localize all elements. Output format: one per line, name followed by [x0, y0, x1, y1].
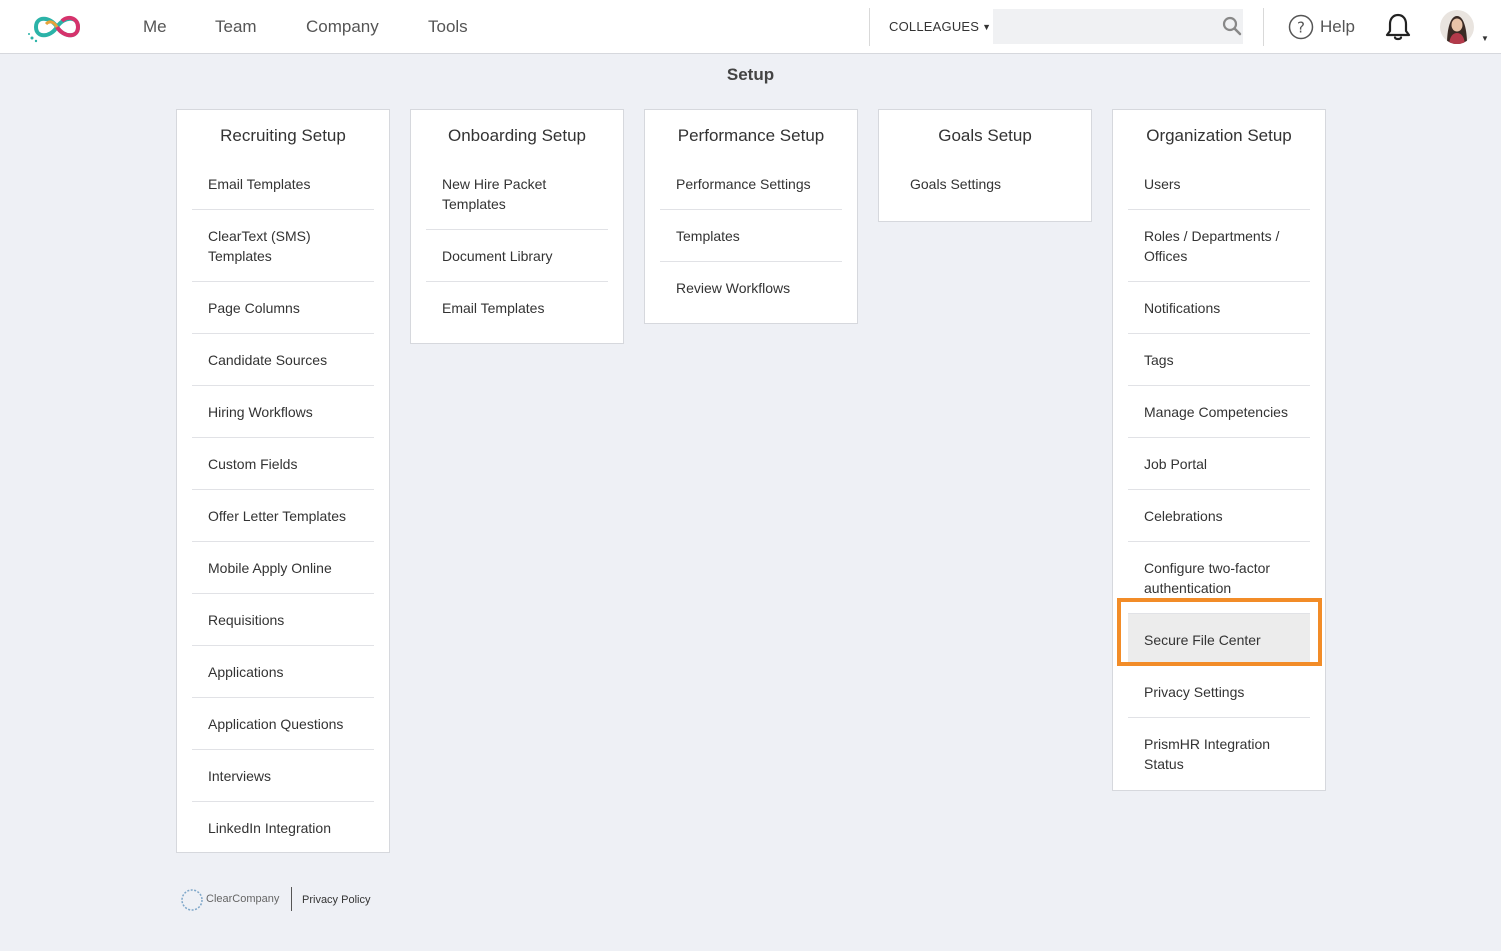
svg-text:?: ? — [1297, 19, 1305, 37]
performance-setup-list: Performance Settings Templates Review Wo… — [660, 158, 842, 313]
list-item[interactable]: Review Workflows — [660, 262, 842, 313]
list-item[interactable]: Notifications — [1128, 282, 1310, 334]
goals-setup-card: Goals Setup Goals Settings — [878, 109, 1092, 222]
caret-down-icon[interactable]: ▼ — [1481, 34, 1489, 43]
page-title: Setup — [726, 65, 775, 84]
list-item[interactable]: Users — [1128, 158, 1310, 210]
onboarding-setup-list: New Hire Packet Templates Document Libra… — [426, 158, 608, 333]
performance-setup-card: Performance Setup Performance Settings T… — [644, 109, 858, 324]
list-item[interactable]: Privacy Settings — [1128, 666, 1310, 718]
colleagues-label: COLLEAGUES — [889, 19, 980, 34]
clearcompany-logo-icon — [181, 889, 203, 911]
user-avatar-icon — [1440, 10, 1474, 44]
list-item[interactable]: Email Templates — [426, 282, 608, 333]
list-item[interactable]: Templates — [660, 210, 842, 262]
search-input[interactable] — [993, 9, 1243, 44]
privacy-policy-link[interactable]: Privacy Policy — [302, 894, 370, 906]
list-item[interactable]: Manage Competencies — [1128, 386, 1310, 438]
list-item[interactable]: Email Templates — [192, 158, 374, 210]
list-item[interactable]: Applications — [192, 646, 374, 698]
list-item[interactable]: Requisitions — [192, 594, 374, 646]
card-title: Performance Setup — [677, 126, 825, 145]
list-item[interactable]: Performance Settings — [660, 158, 842, 210]
list-item[interactable]: Offer Letter Templates — [192, 490, 374, 542]
colleagues-dropdown[interactable]: COLLEAGUES ▼ — [889, 19, 991, 34]
nav-team[interactable]: Team — [215, 17, 257, 37]
caret-down-icon: ▼ — [982, 22, 992, 32]
list-item[interactable]: PrismHR Integration Status — [1128, 718, 1310, 789]
list-item[interactable]: Job Portal — [1128, 438, 1310, 490]
nav-me[interactable]: Me — [143, 17, 167, 37]
help-link[interactable]: Help — [1320, 17, 1355, 37]
recruiting-setup-list: Email Templates ClearText (SMS) Template… — [192, 158, 374, 853]
list-item[interactable]: Interviews — [192, 750, 374, 802]
onboarding-setup-card: Onboarding Setup New Hire Packet Templat… — [410, 109, 624, 344]
top-navigation-bar: Me Team Company Tools COLLEAGUES ▼ ? Help… — [0, 0, 1501, 54]
list-item[interactable]: LinkedIn Integration — [192, 802, 374, 853]
avatar[interactable] — [1440, 10, 1474, 44]
search-icon[interactable] — [1222, 16, 1242, 36]
card-title: Organization Setup — [1146, 126, 1292, 145]
list-item[interactable]: Page Columns — [192, 282, 374, 334]
list-item[interactable]: New Hire Packet Templates — [426, 158, 608, 230]
bell-icon[interactable] — [1384, 12, 1412, 42]
nav-company[interactable]: Company — [306, 17, 379, 37]
list-item[interactable]: Candidate Sources — [192, 334, 374, 386]
list-item[interactable]: Goals Settings — [894, 158, 1076, 209]
list-item[interactable]: Application Questions — [192, 698, 374, 750]
header-divider — [869, 8, 870, 46]
list-item[interactable]: Celebrations — [1128, 490, 1310, 542]
secure-file-center-item[interactable]: Secure File Center — [1128, 614, 1310, 666]
list-item[interactable]: Mobile Apply Online — [192, 542, 374, 594]
list-item[interactable]: ClearText (SMS) Templates — [192, 210, 374, 282]
list-item[interactable]: Custom Fields — [192, 438, 374, 490]
app-logo-icon[interactable] — [24, 8, 90, 46]
list-item[interactable]: Roles / Departments / Offices — [1128, 210, 1310, 282]
list-item[interactable]: Hiring Workflows — [192, 386, 374, 438]
card-title: Onboarding Setup — [448, 126, 586, 145]
help-icon[interactable]: ? — [1288, 14, 1314, 40]
card-title: Goals Setup — [938, 126, 1032, 145]
organization-setup-list: Users Roles / Departments / Offices Noti… — [1128, 158, 1310, 789]
list-item[interactable]: Tags — [1128, 334, 1310, 386]
card-title: Recruiting Setup — [220, 126, 346, 145]
organization-setup-card: Organization Setup Users Roles / Departm… — [1112, 109, 1326, 791]
list-item[interactable]: Configure two-factor authentication — [1128, 542, 1310, 614]
goals-setup-list: Goals Settings — [894, 158, 1076, 209]
header-divider — [1263, 8, 1264, 46]
recruiting-setup-card: Recruiting Setup Email Templates ClearTe… — [176, 109, 390, 853]
footer-brand: ClearCompany — [206, 893, 280, 905]
footer-divider — [291, 887, 292, 911]
nav-tools[interactable]: Tools — [428, 17, 468, 37]
list-item[interactable]: Document Library — [426, 230, 608, 282]
